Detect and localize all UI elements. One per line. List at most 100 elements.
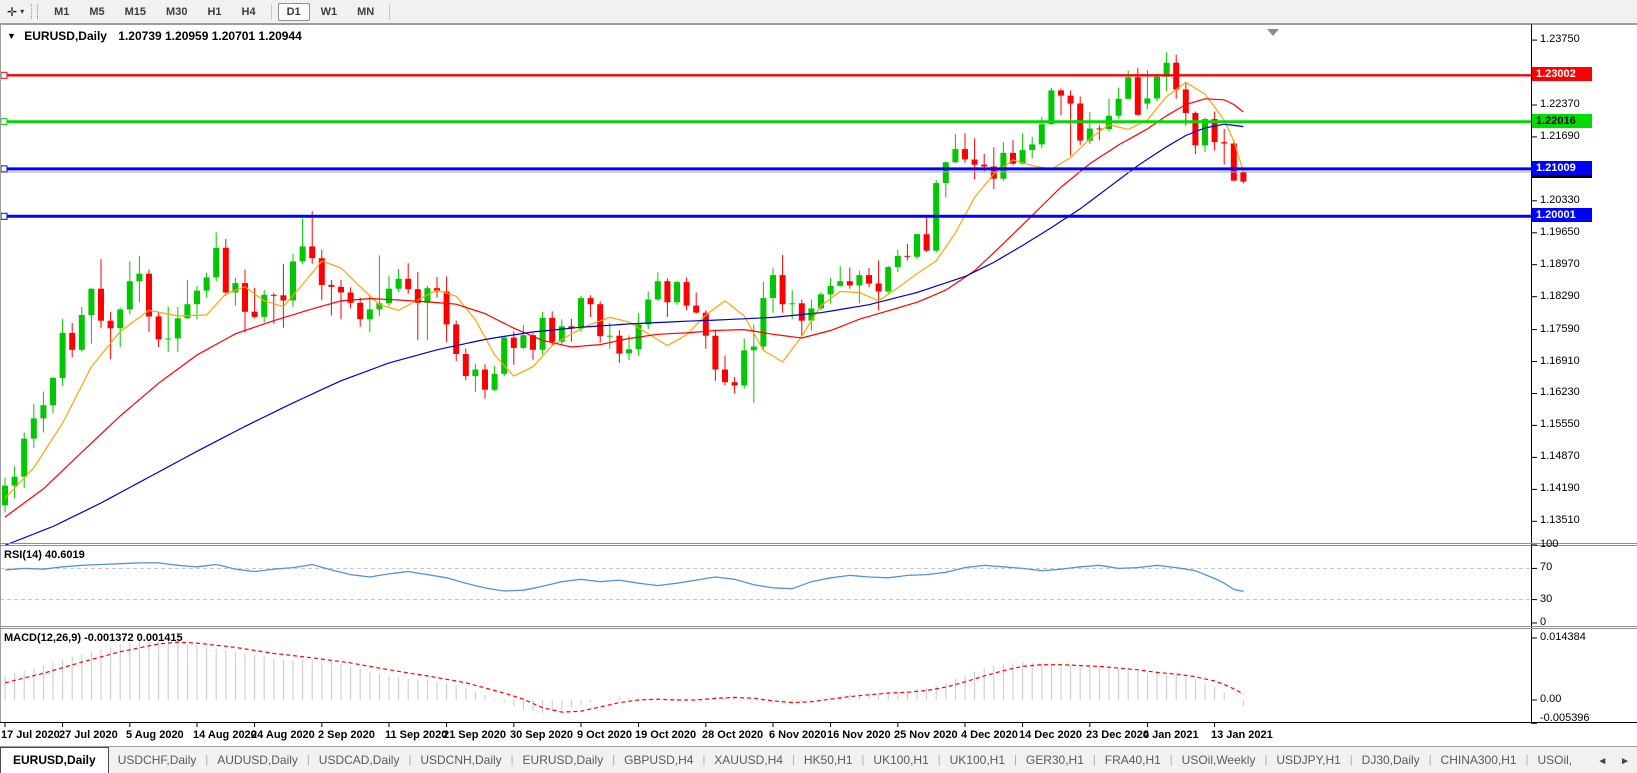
chart-tab-uk100-h1[interactable]: UK100,H1 <box>941 747 1014 773</box>
candle-body <box>1116 99 1122 116</box>
chart-tab-gbpusd-h4[interactable]: GBPUSD,H4 <box>615 747 702 773</box>
timeframe-button-d1[interactable]: D1 <box>278 3 310 21</box>
chart-tab-usdchf-daily[interactable]: USDCHF,Daily <box>109 747 206 773</box>
candle-body <box>751 347 757 351</box>
chart-tab-eurusd-daily[interactable]: EURUSD,Daily <box>514 747 613 773</box>
candle-body <box>655 281 661 299</box>
toolbar-grip[interactable] <box>31 4 38 19</box>
date-axis-label: 23 Dec 2020 <box>1086 729 1149 741</box>
candle-body <box>300 246 306 261</box>
candle-body <box>1096 129 1102 130</box>
macd-axis-tick-label: 0.00 <box>1540 693 1561 705</box>
candle-body <box>31 418 37 438</box>
timeframe-button-mn[interactable]: MN <box>348 3 383 21</box>
timeframe-button-m30[interactable]: M30 <box>157 3 196 21</box>
chart-tab-fra40-h1[interactable]: FRA40,H1 <box>1096 747 1170 773</box>
symbol-dropdown-icon[interactable]: ▼ <box>7 31 16 41</box>
candle-body <box>904 256 910 257</box>
chart-tab-usoil-[interactable]: USOil, <box>1528 747 1581 773</box>
timeframe-button-m1[interactable]: M1 <box>45 3 78 21</box>
macd-axis-tick-label: -0.005396 <box>1540 712 1590 724</box>
candle-body <box>271 295 277 296</box>
price-axis-tick-label: 1.19650 <box>1540 226 1580 238</box>
timeframe-button-group: M1M5M15M30H1H4 D1W1MN <box>44 0 395 23</box>
line-anchor-handle[interactable] <box>1 119 7 125</box>
candle-body <box>405 279 411 289</box>
candle-body <box>108 321 114 329</box>
tab-scroll-left-icon[interactable]: ◄ <box>1592 756 1612 767</box>
candle-body <box>261 295 267 317</box>
chart-tab-usdjpy-h1[interactable]: USDJPY,H1 <box>1267 747 1349 773</box>
chart-tab-eurusd-daily[interactable]: EURUSD,Daily <box>0 747 109 773</box>
line-anchor-handle[interactable] <box>1 166 7 172</box>
candle-body <box>847 281 853 285</box>
level-price-badge: 1.20001 <box>1532 208 1592 222</box>
candle-body <box>732 382 738 385</box>
price-axis-tick-label: 1.22370 <box>1540 98 1580 110</box>
candle-body <box>357 303 363 319</box>
chart-tab-xauusd-h4[interactable]: XAUUSD,H4 <box>705 747 792 773</box>
chart-tab-audusd-daily[interactable]: AUDUSD,Daily <box>208 747 307 773</box>
candle-body <box>837 281 843 286</box>
timeframe-button-w1[interactable]: W1 <box>312 3 347 21</box>
candle-body <box>885 267 891 291</box>
chart-tab-china300-h1[interactable]: CHINA300,H1 <box>1432 747 1526 773</box>
candle-body <box>703 313 709 336</box>
chart-shift-marker-icon[interactable] <box>1267 29 1279 36</box>
chart-window[interactable]: ▼ EURUSD,Daily 1.20739 1.20959 1.20701 1… <box>0 24 1637 746</box>
candle-body <box>396 279 402 289</box>
candle-body <box>664 281 670 302</box>
timeframe-button-m5[interactable]: M5 <box>80 3 113 21</box>
candle-body <box>962 149 968 159</box>
candle-body <box>789 303 795 304</box>
candle-body <box>223 248 229 293</box>
chart-tab-uk100-h1[interactable]: UK100,H1 <box>864 747 937 773</box>
candle-body <box>780 275 786 304</box>
cursor-tool-icon[interactable]: ✛ <box>3 1 19 23</box>
rsi-axis-tick-label: 0 <box>1540 616 1546 628</box>
chart-tab-ger30-h1[interactable]: GER30,H1 <box>1017 747 1093 773</box>
line-anchor-handle[interactable] <box>1 72 7 78</box>
chart-tab-usdcad-daily[interactable]: USDCAD,Daily <box>310 747 409 773</box>
price-chart-canvas[interactable] <box>0 24 1637 746</box>
candle-body <box>1048 90 1054 124</box>
date-axis-label: 6 Nov 2020 <box>769 729 826 741</box>
timeframe-button-h1[interactable]: H1 <box>198 3 230 21</box>
chart-ohlc-values: 1.20739 1.20959 1.20701 1.20944 <box>118 29 302 43</box>
candle-body <box>60 333 66 378</box>
price-axis-tick-label: 1.23750 <box>1540 33 1580 45</box>
date-axis-label: 21 Sep 2020 <box>443 729 506 741</box>
candle-body <box>156 316 162 339</box>
candle-body <box>213 248 219 278</box>
date-axis-label: 14 Aug 2020 <box>193 729 257 741</box>
candle-body <box>444 292 450 325</box>
chart-tab-usoil-weekly[interactable]: USOil,Weekly <box>1173 747 1265 773</box>
cursor-dropdown-caret-icon[interactable]: ▾ <box>19 1 28 23</box>
rsi-axis-tick-label: 30 <box>1540 593 1552 605</box>
date-axis-label: 14 Dec 2020 <box>1019 729 1082 741</box>
candle-body <box>194 291 200 305</box>
timeframe-button-h4[interactable]: H4 <box>233 3 265 21</box>
chart-tab-hk50-h1[interactable]: HK50,H1 <box>795 747 862 773</box>
candle-body <box>856 275 862 285</box>
chart-symbol-label: EURUSD,Daily <box>24 29 107 43</box>
candle-body <box>741 350 747 385</box>
candle-body <box>895 256 901 267</box>
tab-scroll-right-icon[interactable]: ► <box>1615 756 1635 767</box>
timeframe-button-m15[interactable]: M15 <box>116 3 155 21</box>
price-axis-tick-label: 1.14870 <box>1540 450 1580 462</box>
candle-body <box>511 338 517 348</box>
chart-tab-usdcnh-daily[interactable]: USDCNH,Daily <box>411 747 510 773</box>
date-axis-label: 28 Oct 2020 <box>702 729 763 741</box>
date-axis-label: 2 Sep 2020 <box>318 729 375 741</box>
date-axis-label: 19 Oct 2020 <box>635 729 696 741</box>
candle-body <box>1154 77 1160 99</box>
chart-tab-dj30-daily[interactable]: DJ30,Daily <box>1353 747 1429 773</box>
date-axis-label: 27 Jul 2020 <box>59 729 118 741</box>
rsi-indicator-label: RSI(14) 40.6019 <box>4 549 85 561</box>
candle-body <box>914 234 920 257</box>
candle-body <box>98 289 104 321</box>
candle-body <box>463 354 469 376</box>
candle-body <box>712 336 718 370</box>
line-anchor-handle[interactable] <box>1 213 7 219</box>
